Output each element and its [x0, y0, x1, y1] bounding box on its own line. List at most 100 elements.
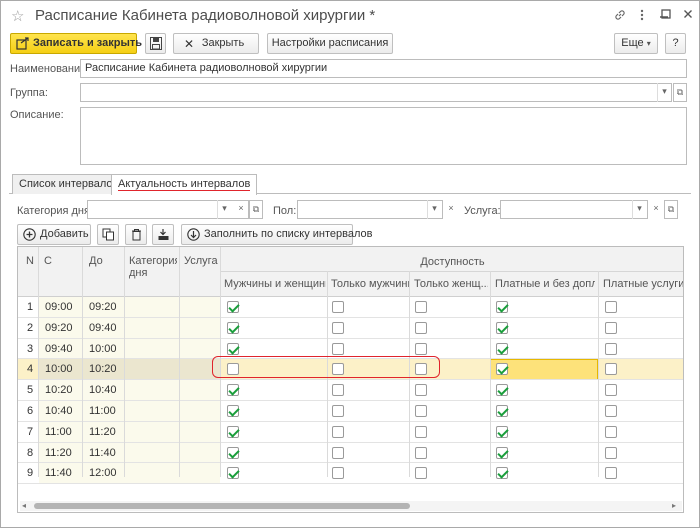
column-header-to[interactable]: До — [89, 255, 103, 267]
checkbox-checked[interactable] — [496, 446, 508, 459]
copy-icon — [102, 228, 115, 248]
checkbox-unchecked[interactable] — [605, 342, 617, 355]
checkbox-checked[interactable] — [227, 467, 239, 480]
column-header-n[interactable]: N — [26, 255, 34, 267]
horizontal-scrollbar[interactable]: ◂ ▸ — [20, 501, 682, 511]
service-clear-icon[interactable]: × — [649, 200, 663, 219]
column-header-paid[interactable]: Платные услуги — [603, 278, 683, 290]
day-category-open-icon[interactable]: ⧉ — [249, 200, 263, 219]
checkbox-checked[interactable] — [496, 467, 508, 480]
table-row[interactable]: 9 11:40 12:00 — [18, 463, 683, 485]
checkbox-unchecked[interactable] — [605, 405, 617, 417]
gender-dropdown-icon[interactable]: ▾ — [427, 200, 441, 219]
checkbox-unchecked[interactable] — [605, 363, 617, 376]
column-header-paid-free[interactable]: Платные и без допл... — [495, 278, 595, 290]
fill-from-intervals-button[interactable]: Заполнить по списку интервалов — [181, 224, 373, 245]
table-row[interactable]: 2 09:20 09:40 — [18, 317, 683, 339]
name-label: Наименование: — [10, 63, 90, 75]
checkbox-unchecked[interactable] — [415, 384, 427, 397]
save-and-close-button[interactable]: Записать и закрыть — [10, 33, 142, 54]
description-field[interactable] — [80, 107, 687, 165]
tab-interval-list[interactable]: Список интервалов — [12, 174, 126, 194]
name-field[interactable]: Расписание Кабинета радиоволновой хирург… — [80, 59, 687, 78]
scrollbar-thumb[interactable] — [34, 503, 410, 509]
checkbox-checked[interactable] — [496, 321, 508, 334]
checkbox-unchecked[interactable] — [332, 384, 344, 397]
column-header-men-only[interactable]: Только мужчины — [331, 278, 409, 290]
checkbox-unchecked[interactable] — [415, 301, 427, 313]
clear-rows-button[interactable] — [152, 224, 174, 245]
checkbox-unchecked[interactable] — [605, 384, 617, 397]
checkbox-unchecked[interactable] — [605, 446, 617, 459]
column-header-day-category[interactable]: Категория дня — [129, 255, 177, 279]
checkbox-checked[interactable] — [227, 425, 239, 438]
close-icon[interactable] — [680, 9, 696, 23]
checkbox-checked[interactable] — [496, 425, 508, 438]
tab-interval-relevance[interactable]: Актуальность интервалов — [111, 174, 258, 195]
copy-row-button[interactable] — [97, 224, 119, 245]
checkbox-unchecked[interactable] — [415, 405, 427, 417]
checkbox-checked[interactable] — [496, 301, 508, 313]
checkbox-unchecked[interactable] — [332, 342, 344, 355]
delete-row-button[interactable] — [125, 224, 147, 245]
group-field[interactable] — [80, 83, 672, 102]
column-header-women-only[interactable]: Только женщ... — [414, 278, 488, 290]
maximize-icon[interactable] — [658, 9, 674, 23]
service-filter-field[interactable] — [500, 200, 648, 219]
checkbox-checked[interactable] — [496, 384, 508, 397]
close-button[interactable]: ✕ Закрыть — [173, 33, 259, 54]
group-open-icon[interactable]: ⧉ — [673, 83, 687, 102]
column-header-service[interactable]: Услуга — [184, 255, 218, 267]
day-category-clear-icon[interactable]: × — [234, 200, 248, 219]
checkbox-unchecked[interactable] — [415, 446, 427, 459]
favorite-star-icon[interactable]: ☆ — [11, 7, 24, 25]
link-icon[interactable] — [612, 9, 628, 23]
checkbox-unchecked[interactable] — [605, 301, 617, 313]
checkbox-unchecked[interactable] — [605, 321, 617, 334]
row-number: 1 — [27, 301, 34, 313]
checkbox-unchecked[interactable] — [415, 425, 427, 438]
checkbox-checked[interactable] — [227, 321, 239, 334]
checkbox-unchecked[interactable] — [605, 467, 617, 480]
checkbox-unchecked[interactable] — [332, 467, 344, 480]
column-header-men-women[interactable]: Мужчины и женщины — [224, 278, 326, 290]
scroll-right-icon[interactable]: ▸ — [672, 501, 676, 510]
checkbox-checked[interactable] — [496, 363, 508, 376]
table-row[interactable]: 8 11:20 11:40 — [18, 442, 683, 464]
checkbox-checked[interactable] — [227, 384, 239, 397]
checkbox-unchecked[interactable] — [332, 425, 344, 438]
checkbox-unchecked[interactable] — [415, 467, 427, 480]
save-button[interactable] — [145, 33, 166, 54]
help-button[interactable]: ? — [665, 33, 686, 54]
checkbox-unchecked[interactable] — [332, 321, 344, 334]
gender-filter-field[interactable] — [297, 200, 443, 219]
more-menu-button[interactable]: Еще ▾ — [614, 33, 658, 54]
title-bar: ☆ Расписание Кабинета радиоволновой хиру… — [1, 1, 699, 31]
table-row[interactable]: 1 09:00 09:20 — [18, 297, 683, 318]
checkbox-checked[interactable] — [227, 405, 239, 417]
checkbox-unchecked[interactable] — [332, 405, 344, 417]
checkbox-checked[interactable] — [496, 342, 508, 355]
checkbox-unchecked[interactable] — [332, 301, 344, 313]
checkbox-unchecked[interactable] — [332, 446, 344, 459]
checkbox-unchecked[interactable] — [415, 342, 427, 355]
service-open-icon[interactable]: ⧉ — [664, 200, 678, 219]
service-dropdown-icon[interactable]: ▾ — [632, 200, 646, 219]
add-row-button[interactable]: Добавить — [17, 224, 91, 245]
table-row[interactable]: 5 10:20 10:40 — [18, 380, 683, 401]
checkbox-checked[interactable] — [496, 405, 508, 417]
checkbox-unchecked[interactable] — [415, 321, 427, 334]
column-header-from[interactable]: С — [44, 255, 52, 267]
table-row[interactable]: 7 11:00 11:20 — [18, 421, 683, 443]
gender-clear-icon[interactable]: × — [444, 200, 458, 219]
checkbox-checked[interactable] — [227, 342, 239, 355]
more-icon[interactable] — [634, 9, 650, 23]
checkbox-unchecked[interactable] — [605, 425, 617, 438]
group-dropdown-icon[interactable]: ▾ — [657, 83, 671, 102]
schedule-settings-button[interactable]: Настройки расписания — [267, 33, 393, 54]
day-category-dropdown-icon[interactable]: ▾ — [217, 200, 231, 219]
checkbox-checked[interactable] — [227, 301, 239, 313]
table-row[interactable]: 6 10:40 11:00 — [18, 401, 683, 422]
scroll-left-icon[interactable]: ◂ — [22, 501, 26, 510]
checkbox-checked[interactable] — [227, 446, 239, 459]
